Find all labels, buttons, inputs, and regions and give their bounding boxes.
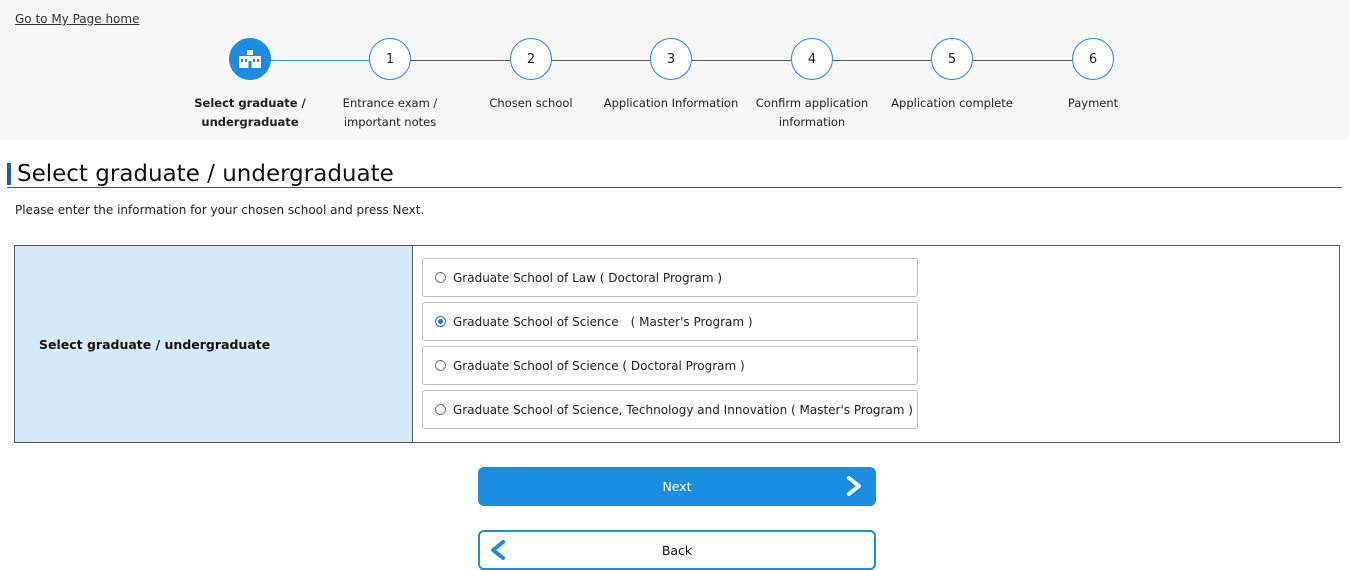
step-label-line: undergraduate: [201, 115, 299, 129]
radio-button[interactable]: [435, 360, 446, 371]
chevron-left-icon: [491, 540, 505, 560]
radio-button[interactable]: [435, 272, 446, 283]
step-3-label: Application Information: [596, 94, 746, 113]
radio-button[interactable]: [435, 404, 446, 415]
step-5-circle: 5: [931, 38, 973, 80]
back-button-label: Back: [661, 542, 693, 558]
my-page-home-link[interactable]: Go to My Page home: [15, 12, 139, 26]
next-button[interactable]: Next: [478, 467, 876, 506]
chevron-right-icon: [847, 476, 861, 496]
school-icon: [239, 50, 261, 68]
step-label-line: Chosen school: [489, 96, 573, 110]
step-connector: [833, 60, 931, 61]
step-label-line: Application Information: [603, 96, 739, 110]
step-label-line: Select graduate /: [194, 96, 306, 110]
step-6-label: Payment: [1018, 94, 1168, 113]
form-field-label: Select graduate / undergraduate: [15, 246, 413, 442]
instruction-text: Please enter the information for your ch…: [15, 203, 425, 217]
step-connector: [973, 60, 1072, 61]
step-2-circle: 2: [510, 38, 552, 80]
step-3-circle: 3: [650, 38, 692, 80]
step-6-circle: 6: [1072, 38, 1114, 80]
step-4-circle: 4: [791, 38, 833, 80]
step-current-label: Select graduate / undergraduate: [175, 94, 325, 132]
radio-button-selected[interactable]: [435, 316, 446, 327]
step-label-line: Confirm application: [755, 96, 869, 110]
page-title: Select graduate / undergraduate: [7, 160, 1342, 188]
step-connector: [271, 60, 369, 61]
step-1-circle: 1: [369, 38, 411, 80]
next-button-label: Next: [662, 479, 692, 494]
option-label: Graduate School of Law ( Doctoral Progra…: [453, 270, 723, 285]
progress-stepper: 1 2 3 4 5 6 Select graduate / undergradu…: [0, 38, 1349, 138]
step-current-school-icon: [229, 38, 271, 80]
step-connector: [552, 60, 650, 61]
school-selection-form: Select graduate / undergraduate Graduate…: [14, 245, 1340, 443]
step-2-label: Chosen school: [456, 94, 606, 113]
option-label: Graduate School of Science ( Master's Pr…: [453, 315, 753, 329]
school-option-sti-master[interactable]: Graduate School of Science, Technology a…: [422, 390, 918, 429]
back-button[interactable]: Back: [478, 530, 876, 570]
option-label: Graduate School of Science, Technology a…: [453, 402, 913, 417]
step-label-line: Application complete: [891, 96, 1013, 110]
step-4-label: Confirm application information: [737, 94, 887, 132]
step-label-line: information: [778, 115, 846, 129]
school-option-law-doctoral[interactable]: Graduate School of Law ( Doctoral Progra…: [422, 258, 918, 297]
step-connector: [411, 60, 510, 61]
step-label-line: Payment: [1067, 96, 1119, 110]
step-label-line: Entrance exam /: [342, 96, 438, 110]
option-label: Graduate School of Science ( Doctoral Pr…: [453, 358, 745, 373]
step-connector: [692, 60, 791, 61]
school-option-science-doctoral[interactable]: Graduate School of Science ( Doctoral Pr…: [422, 346, 918, 385]
step-1-label: Entrance exam / important notes: [315, 94, 465, 132]
school-option-science-master[interactable]: Graduate School of Science ( Master's Pr…: [422, 302, 918, 341]
step-5-label: Application complete: [877, 94, 1027, 113]
step-label-line: important notes: [343, 115, 437, 129]
school-options-list: Graduate School of Law ( Doctoral Progra…: [413, 246, 1339, 442]
